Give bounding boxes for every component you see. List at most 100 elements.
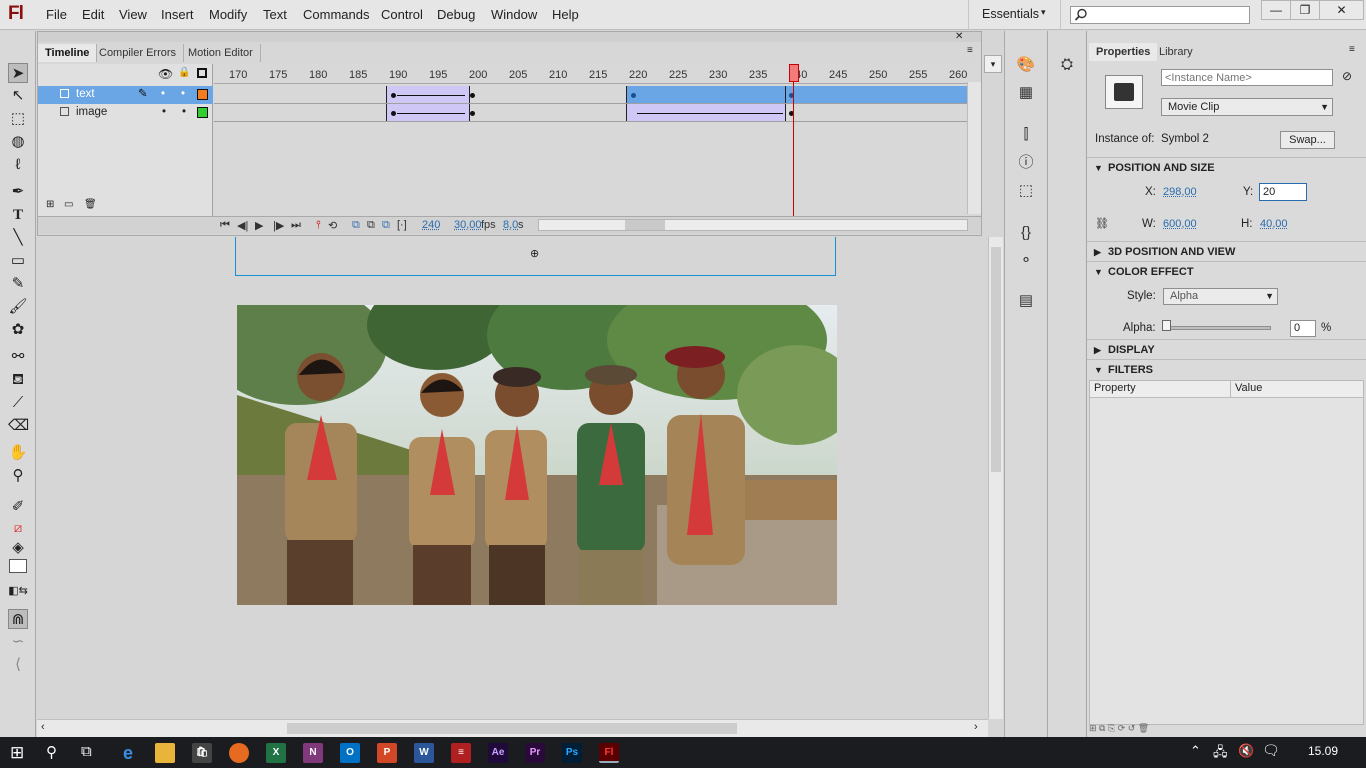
scene-dropdown-icon[interactable]: ▾	[984, 55, 1002, 73]
panel-menu-icon[interactable]: ≡	[967, 45, 973, 56]
alpha-input[interactable]: 0	[1290, 320, 1316, 337]
scroll-thumb[interactable]	[991, 247, 1001, 472]
alpha-slider-track[interactable]	[1167, 326, 1271, 330]
menu-modify[interactable]: Modify	[209, 7, 247, 22]
zoom-tool-icon[interactable]: ⚲	[8, 466, 28, 486]
search-icon[interactable]: ⚲	[46, 743, 57, 761]
animate-icon[interactable]: Fl	[599, 743, 619, 763]
eye-icon[interactable]: 👁	[158, 67, 173, 81]
section-3d-position[interactable]: ▶ 3D POSITION AND VIEW	[1087, 241, 1366, 261]
task-view-icon[interactable]: ⧉	[81, 743, 92, 760]
pen-tool-icon[interactable]: ✒	[8, 182, 28, 202]
new-folder-icon[interactable]: ▭	[64, 199, 73, 210]
scroll-right-icon[interactable]: ›	[974, 721, 978, 733]
brush-tool-icon[interactable]: 🖌	[8, 297, 28, 317]
motion-presets-icon[interactable]: ▤	[1016, 291, 1036, 311]
frame-row-text[interactable]	[214, 86, 969, 104]
swatches-icon[interactable]: ▦	[1016, 83, 1036, 103]
onion-outline-icon[interactable]: ⧉	[367, 219, 375, 232]
workspace-caret-icon[interactable]: ▾	[1041, 7, 1046, 18]
3d-rotation-icon[interactable]: ◍	[8, 132, 28, 152]
layer-color-swatch[interactable]	[197, 89, 208, 100]
bone-tool-icon[interactable]: ⚯	[8, 347, 28, 367]
menu-view[interactable]: View	[119, 7, 147, 22]
scroll-left-icon[interactable]: ‹	[41, 721, 45, 733]
group-photo[interactable]	[237, 305, 837, 605]
file-explorer-icon[interactable]	[155, 743, 175, 763]
frame-row-image[interactable]	[214, 104, 969, 122]
keyframe[interactable]	[391, 111, 396, 116]
no-color-icon[interactable]: ⧄	[8, 518, 28, 538]
y-input[interactable]: 20	[1259, 183, 1307, 201]
menu-file[interactable]: File	[46, 7, 67, 22]
menu-commands[interactable]: Commands	[303, 7, 369, 22]
volume-icon[interactable]: 🔇	[1238, 743, 1254, 759]
symbol-type-dropdown[interactable]: Movie Clip ▼	[1161, 98, 1333, 116]
edit-symbol-icon[interactable]: ⊘	[1342, 69, 1352, 83]
pencil-tool-icon[interactable]: ✎	[8, 274, 28, 294]
step-forward-icon[interactable]: |▶	[273, 219, 284, 232]
stroke-color-icon[interactable]: ✐	[8, 497, 28, 517]
menu-control[interactable]: Control	[381, 7, 423, 22]
w-value[interactable]: 600,00	[1163, 218, 1197, 230]
lasso-icon[interactable]: ℓ	[8, 155, 28, 175]
menu-help[interactable]: Help	[552, 7, 579, 22]
layer-row-text[interactable]: text ✎ • •	[38, 86, 213, 104]
x-value[interactable]: 298,00	[1163, 186, 1197, 198]
fill-swatch[interactable]	[9, 559, 27, 573]
powerpoint-icon[interactable]: P	[377, 743, 397, 763]
instance-name-input[interactable]	[1161, 69, 1333, 86]
filters-table[interactable]: Property Value	[1089, 380, 1364, 725]
show-hidden-icons[interactable]: ⌃	[1190, 743, 1201, 759]
stage-hscrollbar[interactable]: ‹ ›	[37, 719, 988, 737]
deco-tool-icon[interactable]: ✿	[8, 320, 28, 340]
info-icon[interactable]: ⓘ	[1016, 153, 1036, 173]
keyframe[interactable]	[470, 111, 475, 116]
h-value[interactable]: 40,00	[1260, 218, 1288, 230]
delete-layer-icon[interactable]: 🗑	[84, 199, 97, 210]
word-icon[interactable]: W	[414, 743, 434, 763]
line-tool-icon[interactable]: ╲	[8, 228, 28, 248]
menu-debug[interactable]: Debug	[437, 7, 475, 22]
after-effects-icon[interactable]: Ae	[488, 743, 508, 763]
section-filters[interactable]: ▼ FILTERS	[1087, 359, 1366, 379]
section-color-effect[interactable]: ▼ COLOR EFFECT	[1087, 261, 1366, 281]
edit-multiple-icon[interactable]: ⧉	[382, 219, 390, 232]
stage-vscrollbar[interactable]	[988, 237, 1003, 719]
help-search-input[interactable]	[1070, 6, 1250, 24]
transform-icon[interactable]: ⬚	[1016, 181, 1036, 201]
clock[interactable]: 15.09	[1308, 744, 1338, 758]
outline-icon[interactable]	[197, 68, 207, 78]
elapsed-time[interactable]: 8,0	[503, 219, 518, 231]
tween-span-selected[interactable]	[626, 86, 786, 103]
tab-motion-editor[interactable]: Motion Editor	[181, 44, 261, 62]
go-to-last-icon[interactable]: ⏭	[291, 219, 301, 232]
notifications-icon[interactable]: 🗨	[1262, 742, 1280, 759]
align-icon[interactable]: ⫿	[1016, 125, 1036, 145]
stage-area[interactable]: ⊕	[37, 237, 988, 719]
subselection-tool-icon[interactable]: ↖	[8, 86, 28, 106]
lock-icon[interactable]: 🔒	[178, 67, 190, 78]
visible-dot[interactable]: •	[162, 104, 166, 121]
lock-dot[interactable]: •	[181, 86, 185, 103]
visible-dot[interactable]: •	[161, 86, 165, 103]
scroll-thumb[interactable]	[287, 723, 737, 734]
swap-button[interactable]: Swap...	[1280, 131, 1335, 149]
layer-color-swatch[interactable]	[197, 107, 208, 118]
excel-icon[interactable]: X	[266, 743, 286, 763]
section-display[interactable]: ▶ DISPLAY	[1087, 339, 1366, 359]
onenote-icon[interactable]: N	[303, 743, 323, 763]
minimize-button[interactable]: —	[1261, 0, 1291, 20]
menu-edit[interactable]: Edit	[82, 7, 104, 22]
play-icon[interactable]: ▶	[255, 219, 263, 232]
network-icon[interactable]: 🖧	[1213, 743, 1228, 765]
timeline-vscrollbar[interactable]	[967, 82, 981, 214]
menu-window[interactable]: Window	[491, 7, 537, 22]
lock-proportions-icon[interactable]: ⛓	[1095, 217, 1109, 230]
library-shortcut-icon[interactable]: ⛭	[1057, 55, 1077, 75]
close-button[interactable]: ✕	[1319, 0, 1364, 20]
loop-icon[interactable]: ⟲	[328, 219, 337, 232]
playhead-handle[interactable]	[789, 64, 799, 82]
keyframe[interactable]	[391, 93, 396, 98]
smooth-icon[interactable]: ∽	[8, 632, 28, 652]
